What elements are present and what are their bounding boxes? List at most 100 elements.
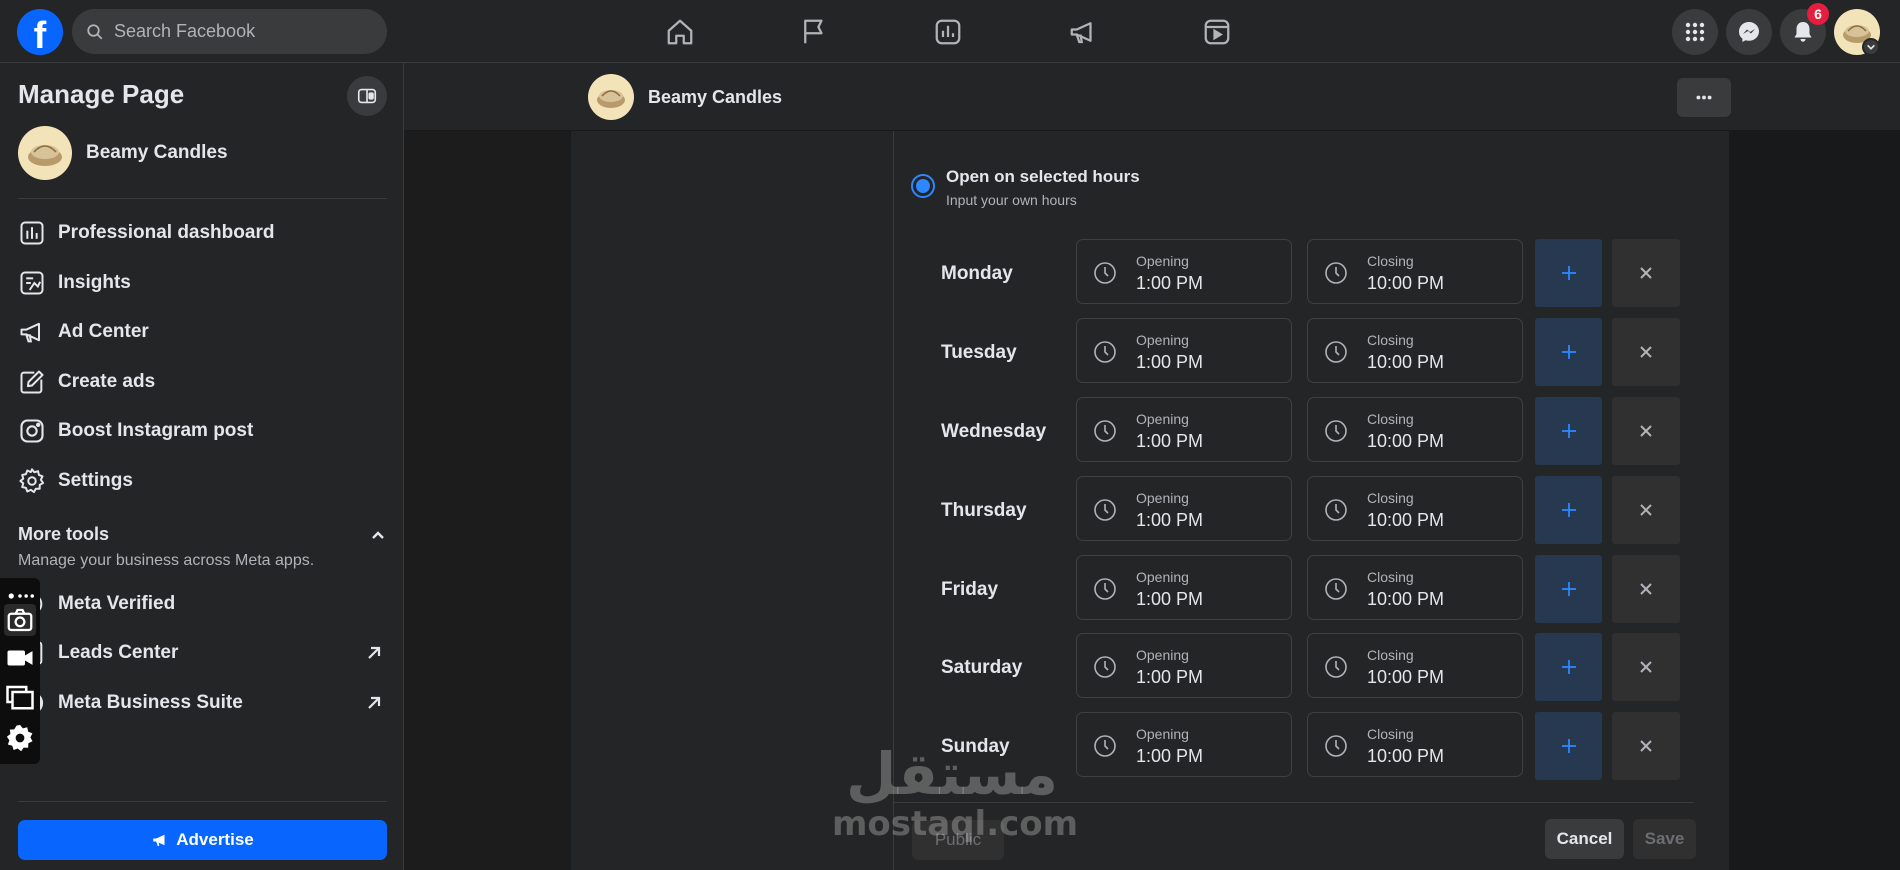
- advertise-button[interactable]: Advertise: [18, 820, 387, 860]
- sidebar-item-professional-dashboard[interactable]: Professional dashboard: [18, 213, 388, 253]
- insights-icon: [935, 19, 961, 45]
- messenger-button[interactable]: [1726, 9, 1772, 55]
- opening-time-field[interactable]: Opening 1:00 PM: [1076, 239, 1292, 304]
- selected-hours-radio[interactable]: [911, 174, 935, 198]
- closing-time-field[interactable]: Closing 10:00 PM: [1307, 555, 1523, 620]
- add-hours-button[interactable]: [1535, 555, 1602, 623]
- page-header-name[interactable]: Beamy Candles: [648, 87, 782, 108]
- sidebar-item-boost-instagram[interactable]: Boost Instagram post: [18, 411, 388, 451]
- clock-icon: [1325, 578, 1347, 600]
- add-hours-button[interactable]: [1535, 476, 1602, 544]
- hours-row-tuesday: Tuesday Opening 1:00 PM Closing 10:00 PM: [893, 318, 1693, 386]
- hours-row-friday: Friday Opening 1:00 PM Closing 10:00 PM: [893, 555, 1693, 623]
- sidebar-item-ad-center[interactable]: Ad Center: [18, 312, 388, 352]
- plus-icon: [1561, 266, 1576, 280]
- day-label: Thursday: [941, 500, 1027, 521]
- switch-profile-button[interactable]: [347, 76, 387, 116]
- opening-time-value: 1:00 PM: [1136, 273, 1204, 293]
- more-tools-heading[interactable]: More tools: [18, 524, 109, 545]
- capture-settings-button[interactable]: [4, 722, 36, 754]
- account-menu-caret[interactable]: [1862, 38, 1880, 56]
- remove-hours-button[interactable]: [1612, 476, 1680, 544]
- clock-icon: [1094, 578, 1116, 600]
- closing-caption: Closing: [1367, 411, 1414, 427]
- day-label: Tuesday: [941, 342, 1017, 363]
- reels-tab[interactable]: [1199, 14, 1235, 50]
- insights-icon: [20, 271, 44, 295]
- opening-caption: Opening: [1136, 569, 1189, 585]
- clock-icon: [1325, 262, 1347, 284]
- insights-tab[interactable]: [930, 14, 966, 50]
- day-label: Saturday: [941, 657, 1023, 678]
- plus-icon: [1561, 503, 1576, 517]
- add-hours-button[interactable]: [1535, 318, 1602, 386]
- home-tab[interactable]: [662, 14, 698, 50]
- ads-tab[interactable]: [1065, 14, 1101, 50]
- candle-avatar-image: [597, 90, 625, 108]
- opening-time-field[interactable]: Opening 1:00 PM: [1076, 397, 1292, 462]
- sidebar-item-label: Boost Instagram post: [58, 420, 254, 441]
- clock-icon: [1094, 735, 1116, 757]
- closing-time-field[interactable]: Closing 10:00 PM: [1307, 476, 1523, 541]
- closing-time-field[interactable]: Closing 10:00 PM: [1307, 318, 1523, 383]
- window-capture-button[interactable]: [4, 681, 36, 713]
- opening-time-field[interactable]: Opening 1:00 PM: [1076, 712, 1292, 777]
- closing-time-field[interactable]: Closing 10:00 PM: [1307, 239, 1523, 304]
- sidebar-item-label: Leads Center: [58, 642, 179, 663]
- clock-icon: [1094, 420, 1116, 442]
- cancel-button[interactable]: Cancel: [1545, 819, 1624, 859]
- sidebar-item-meta-business-suite[interactable]: Meta Business Suite: [18, 683, 388, 723]
- closing-time-value: 10:00 PM: [1367, 431, 1445, 451]
- search-box[interactable]: [72, 9, 387, 54]
- add-hours-button[interactable]: [1535, 397, 1602, 465]
- add-hours-button[interactable]: [1535, 633, 1602, 701]
- remove-hours-button[interactable]: [1612, 239, 1680, 307]
- hours-option-title[interactable]: Open on selected hours: [946, 167, 1140, 187]
- plus-icon: [1561, 660, 1576, 674]
- page-avatar[interactable]: [588, 74, 634, 120]
- messenger-icon: [1739, 22, 1759, 42]
- opening-time-field[interactable]: Opening 1:00 PM: [1076, 476, 1292, 541]
- chevron-up-icon[interactable]: [368, 526, 388, 546]
- sidebar-page-profile[interactable]: Beamy Candles: [18, 126, 228, 180]
- pages-tab[interactable]: [796, 14, 832, 50]
- sidebar-divider: [18, 801, 387, 802]
- external-link-icon: [368, 696, 381, 709]
- menu-button[interactable]: [1672, 9, 1718, 55]
- gear-icon: [6, 724, 33, 752]
- sidebar-item-meta-verified[interactable]: Meta Verified: [18, 584, 388, 624]
- closing-time-field[interactable]: Closing 10:00 PM: [1307, 633, 1523, 698]
- remove-hours-button[interactable]: [1612, 318, 1680, 386]
- screenshot-button[interactable]: [4, 604, 36, 636]
- clock-icon: [1325, 341, 1347, 363]
- instagram-icon: [20, 419, 44, 443]
- opening-time-field[interactable]: Opening 1:00 PM: [1076, 633, 1292, 698]
- hours-row-thursday: Thursday Opening 1:00 PM Closing 10:00 P…: [893, 476, 1693, 544]
- add-hours-button[interactable]: [1535, 712, 1602, 780]
- closing-time-value: 10:00 PM: [1367, 273, 1445, 293]
- closing-caption: Closing: [1367, 647, 1414, 663]
- remove-hours-button[interactable]: [1612, 397, 1680, 465]
- remove-hours-button[interactable]: [1612, 633, 1680, 701]
- remove-hours-button[interactable]: [1612, 712, 1680, 780]
- chevron-down-icon: [1867, 44, 1875, 50]
- sidebar-item-insights[interactable]: Insights: [18, 263, 388, 303]
- close-icon: [1640, 504, 1652, 516]
- opening-time-field[interactable]: Opening 1:00 PM: [1076, 555, 1292, 620]
- opening-time-value: 1:00 PM: [1136, 589, 1204, 609]
- sidebar-item-settings[interactable]: Settings: [18, 461, 388, 501]
- external-link-icon: [368, 646, 381, 659]
- facebook-logo[interactable]: f: [17, 9, 63, 55]
- add-hours-button[interactable]: [1535, 239, 1602, 307]
- search-input[interactable]: [114, 21, 374, 42]
- page-more-options-button[interactable]: [1677, 78, 1731, 117]
- opening-time-field[interactable]: Opening 1:00 PM: [1076, 318, 1292, 383]
- closing-time-field[interactable]: Closing 10:00 PM: [1307, 712, 1523, 777]
- record-video-button[interactable]: [4, 642, 36, 674]
- megaphone-icon: [1070, 22, 1092, 44]
- save-button[interactable]: Save: [1633, 819, 1696, 859]
- sidebar-item-leads-center[interactable]: Leads Center: [18, 633, 388, 673]
- remove-hours-button[interactable]: [1612, 555, 1680, 623]
- closing-time-field[interactable]: Closing 10:00 PM: [1307, 397, 1523, 462]
- sidebar-item-create-ads[interactable]: Create ads: [18, 362, 388, 402]
